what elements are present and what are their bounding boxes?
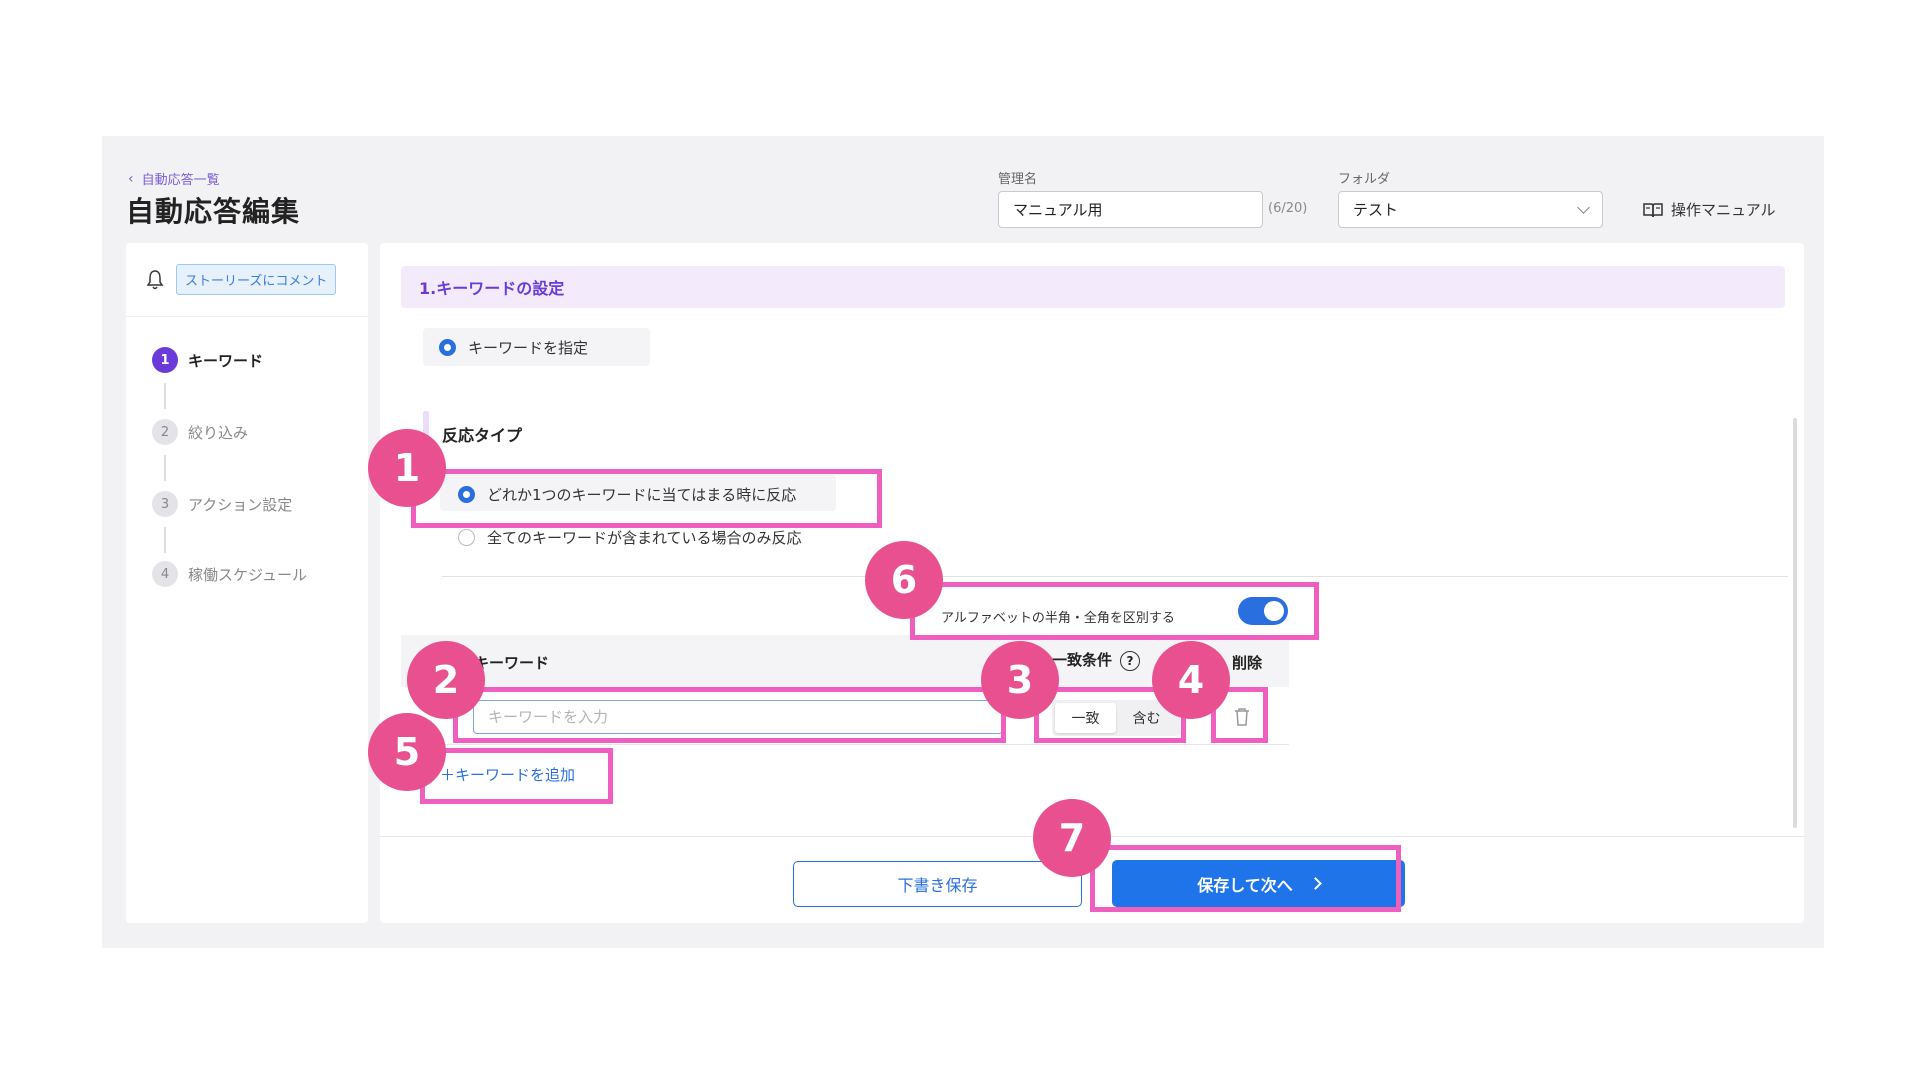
step-connector (164, 383, 166, 409)
help-icon[interactable]: ? (1120, 650, 1141, 671)
step-label: 稼働スケジュール (188, 565, 307, 584)
case-sensitive-label: アルファベットの半角・全角を区別する (941, 611, 1175, 626)
match-condition-toggle: 一致 含む (1052, 700, 1180, 736)
step-keyword[interactable]: 1 キーワード (152, 347, 263, 373)
folder-label: フォルダ (1338, 172, 1391, 187)
step-sidebar: ストーリーズにコメント 1 キーワード 2 絞り込み 3 アクション設定 4 稼… (126, 243, 368, 923)
bell-icon (146, 269, 164, 289)
folder-select-value: テスト (1353, 201, 1399, 219)
back-link-label: 自動応答一覧 (141, 173, 220, 188)
footer-divider (380, 836, 1804, 837)
match-option-contains[interactable]: 含む (1116, 703, 1177, 733)
save-draft-button[interactable]: 下書き保存 (793, 861, 1082, 907)
trash-icon[interactable] (1233, 707, 1251, 727)
save-next-button[interactable]: 保存して次へ (1112, 860, 1405, 907)
step-schedule[interactable]: 4 稼働スケジュール (152, 561, 307, 587)
reaction-type-heading: 反応タイプ (442, 426, 523, 445)
step-connector (164, 527, 166, 553)
chevron-right-icon (1308, 877, 1322, 890)
manual-link[interactable]: 操作マニュアル (1643, 199, 1776, 220)
reaction-option-label: 全てのキーワードが含まれている場合のみ反応 (487, 529, 802, 547)
save-next-label: 保存して次へ (1197, 875, 1293, 895)
name-label: 管理名 (998, 172, 1038, 187)
keyword-mode-label: キーワードを指定 (468, 338, 589, 357)
step-number: 2 (152, 419, 178, 445)
heading-accent (423, 411, 429, 441)
step-label: アクション設定 (188, 495, 293, 514)
folder-select[interactable]: テスト (1338, 191, 1603, 228)
step-action[interactable]: 3 アクション設定 (152, 491, 292, 517)
reaction-option-label: どれか1つのキーワードに当てはまる時に反応 (487, 486, 797, 504)
keyword-mode-radio[interactable]: キーワードを指定 (423, 328, 650, 366)
col-delete: 削除 (1232, 654, 1263, 672)
trigger-type-chip: ストーリーズにコメント (176, 264, 337, 295)
row-divider (401, 744, 1289, 745)
manual-link-label: 操作マニュアル (1671, 201, 1776, 219)
main-panel: 1.キーワードの設定 キーワードを指定 反応タイプ どれか1つのキーワードに当て… (380, 243, 1804, 923)
step-number: 4 (152, 561, 178, 587)
divider (442, 576, 1788, 577)
scrollbar[interactable] (1793, 418, 1797, 828)
page-title: 自動応答編集 (126, 195, 301, 228)
add-keyword-button[interactable]: ＋キーワードを追加 (440, 764, 575, 785)
name-counter: (6/20) (1268, 201, 1308, 216)
book-icon (1643, 202, 1663, 217)
col-keyword: キーワード (474, 654, 550, 672)
chevron-down-icon (1577, 200, 1590, 214)
toggle-knob (1264, 601, 1284, 621)
section-title: 1.キーワードの設定 (401, 266, 1785, 308)
name-input-value: マニュアル用 (1013, 201, 1103, 219)
step-connector (164, 455, 166, 481)
case-sensitive-toggle[interactable] (1238, 597, 1288, 625)
back-link[interactable]: ‹ 自動応答一覧 (128, 169, 220, 189)
step-label: 絞り込み (188, 423, 249, 442)
sidebar-head: ストーリーズにコメント (126, 243, 368, 317)
match-option-exact[interactable]: 一致 (1055, 703, 1116, 733)
step-number: 3 (152, 491, 178, 517)
col-match-label: 一致条件 (1052, 651, 1113, 669)
step-filter[interactable]: 2 絞り込み (152, 419, 248, 445)
reaction-option-any[interactable]: どれか1つのキーワードに当てはまる時に反応 (458, 484, 796, 505)
step-number: 1 (152, 347, 178, 373)
radio-unselected (458, 529, 475, 546)
reaction-option-all[interactable]: 全てのキーワードが含まれている場合のみ反応 (458, 527, 802, 548)
keyword-input[interactable] (473, 700, 1003, 734)
radio-selected (439, 338, 456, 356)
step-label: キーワード (188, 351, 264, 370)
chevron-left-icon: ‹ (128, 170, 134, 187)
col-match: 一致条件? (1052, 649, 1141, 671)
name-input[interactable]: マニュアル用 (998, 191, 1263, 228)
radio-selected (458, 486, 475, 503)
